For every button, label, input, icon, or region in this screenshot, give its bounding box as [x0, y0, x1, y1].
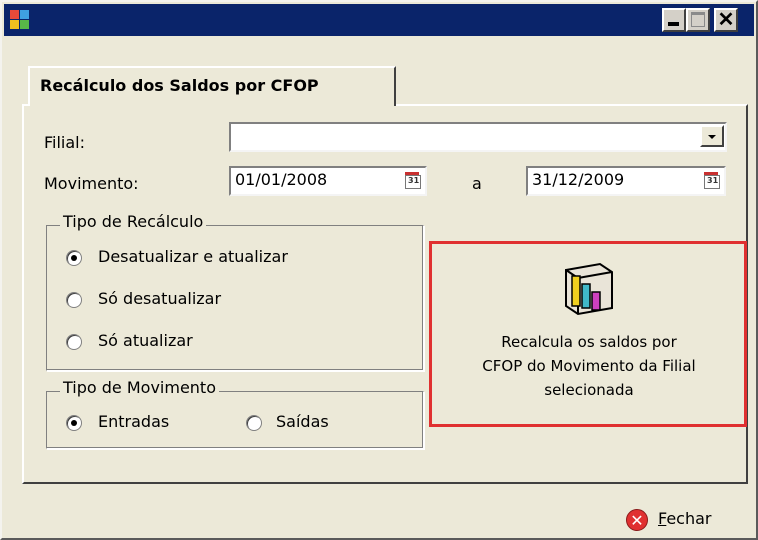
title-bar[interactable]: ✕	[4, 4, 754, 36]
chart-icon	[565, 262, 613, 316]
date-to-field[interactable]: 31/12/2009 31	[526, 166, 726, 196]
tab-label: Recálculo dos Saldos por CFOP	[40, 76, 319, 95]
radio-label-saidas[interactable]: Saídas	[276, 412, 329, 431]
minimize-button[interactable]	[662, 8, 686, 32]
date-from-value: 01/01/2008	[235, 170, 328, 189]
radio-label-desatualizar-atualizar[interactable]: Desatualizar e atualizar	[98, 247, 288, 266]
chevron-down-icon[interactable]	[700, 125, 724, 147]
action-description: Recalcula os saldos por CFOP do Moviment…	[482, 333, 696, 399]
radio-label-entradas[interactable]: Entradas	[98, 412, 169, 431]
dialog-window: ✕ Recálculo dos Saldos por CFOP Filial: …	[0, 0, 758, 540]
date-to-value: 31/12/2009	[532, 170, 625, 189]
close-x-icon: ✕	[717, 9, 735, 31]
date-from-field[interactable]: 01/01/2008 31	[229, 166, 427, 196]
date-separator: a	[472, 174, 482, 193]
radio-so-desatualizar[interactable]	[66, 292, 82, 308]
tipo-movimento-title: Tipo de Movimento	[60, 378, 219, 397]
app-icon	[10, 10, 30, 30]
maximize-button[interactable]	[686, 8, 710, 32]
tipo-recalculo-title: Tipo de Recálculo	[60, 212, 207, 231]
calendar-icon[interactable]: 31	[704, 172, 720, 189]
radio-desatualizar-atualizar[interactable]	[66, 250, 82, 266]
radio-label-so-desatualizar[interactable]: Só desatualizar	[98, 289, 221, 308]
calendar-icon[interactable]: 31	[405, 172, 421, 189]
fechar-button[interactable]: ✕ Fechar	[626, 507, 736, 535]
recalculate-action-panel[interactable]: Recalcula os saldos por CFOP do Moviment…	[429, 241, 747, 427]
movimento-label: Movimento:	[44, 174, 139, 193]
filial-select[interactable]	[229, 122, 727, 152]
radio-label-so-atualizar[interactable]: Só atualizar	[98, 331, 193, 350]
radio-saidas[interactable]	[246, 415, 262, 431]
close-window-button[interactable]: ✕	[714, 8, 738, 32]
tab-recalculo[interactable]: Recálculo dos Saldos por CFOP	[28, 66, 396, 106]
fechar-label: Fechar	[658, 509, 712, 528]
filial-label: Filial:	[44, 133, 86, 152]
x-circle-icon: ✕	[626, 509, 648, 531]
radio-so-atualizar[interactable]	[66, 334, 82, 350]
radio-entradas[interactable]	[66, 415, 82, 431]
